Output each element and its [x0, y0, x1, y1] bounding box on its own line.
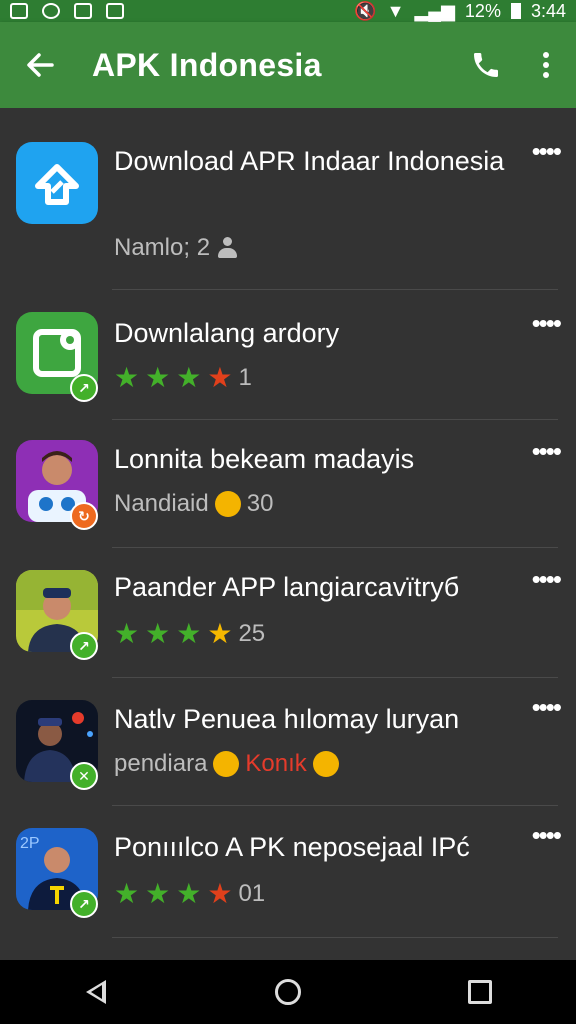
battery-icon	[510, 3, 521, 19]
list-item[interactable]: ✕ Natlv Penuea hılomay luryan pendiara K…	[0, 678, 576, 806]
app-list: Download APR Indaar Indonesia Namlo; 2 •…	[0, 108, 576, 960]
star-icon: ★	[114, 362, 140, 393]
money-emoji-icon	[312, 751, 339, 777]
music-icon	[74, 3, 92, 19]
circle-home-icon	[275, 979, 301, 1005]
smile-emoji-icon	[213, 751, 240, 777]
rating: ★ ★ ★ ★ 1	[114, 364, 252, 392]
clock: 3:44	[530, 0, 566, 21]
more-options-button[interactable]: ••••	[532, 436, 562, 467]
page-title: APK Indonesia	[92, 46, 322, 83]
star-icon: ★	[176, 362, 202, 393]
list-item[interactable]: ↻ Lonnita bekeam madayis Nandiaid 30 •••…	[0, 420, 576, 548]
install-badge: ↗	[70, 632, 98, 660]
app-title: Download APR Indaar Indonesia	[114, 146, 505, 176]
install-badge: ↗	[70, 890, 98, 918]
meta-text: Nandiaid	[114, 490, 209, 517]
star-icon: ★	[176, 618, 202, 649]
meta-count: 30	[246, 490, 274, 517]
list-item[interactable]: ↗ Downlalang ardory ★ ★ ★ ★ 1 ••••	[0, 290, 576, 420]
status-bar: 🔇 ▼ ▂▄▆ 12% 3:44	[0, 0, 576, 22]
app-icon	[16, 142, 98, 224]
meta-text: Namlo; 2	[114, 234, 211, 261]
status-badge: ↻	[70, 502, 98, 530]
image-icon	[106, 3, 124, 19]
star-icon: ★	[207, 878, 233, 909]
more-options-button[interactable]: ••••	[532, 564, 562, 595]
list-item[interactable]: 2P ↗ Ponııılco A PK neposejaal IPć ★ ★ ★…	[0, 806, 576, 938]
star-icon: ★	[114, 618, 140, 649]
app-meta: Nandiaid 30	[114, 490, 273, 518]
square-recents-icon	[468, 980, 492, 1004]
app-title: Paander APP langiarcavïtryб	[114, 572, 460, 602]
star-icon: ★	[145, 878, 171, 909]
app-meta: pendiara Konık	[114, 750, 339, 778]
app-title: Downlalang ardory	[114, 318, 340, 348]
triangle-back-icon	[86, 980, 106, 1004]
rating-value: 25	[238, 620, 266, 647]
laughing-emoji-icon	[214, 491, 241, 517]
nav-back-button[interactable]	[56, 960, 136, 1024]
more-options-button[interactable]: ••••	[532, 692, 562, 723]
system-nav-bar	[0, 960, 576, 1024]
more-options-button[interactable]: ••••	[532, 820, 562, 851]
svg-text:2P: 2P	[20, 835, 40, 852]
flash-icon	[10, 3, 28, 19]
list-item[interactable]: ↗ Paander APP langiarcavïtryб ★ ★ ★ ★ 25…	[0, 548, 576, 678]
more-options-button[interactable]: ••••	[532, 308, 562, 339]
sync-icon	[42, 3, 60, 19]
download-arrow-logo-icon	[35, 164, 79, 205]
star-icon: ★	[207, 362, 233, 393]
battery-percent: 12%	[464, 0, 501, 21]
rating-value: 01	[238, 880, 266, 907]
app-title: Lonnita bekeam madayis	[114, 444, 415, 474]
nav-home-button[interactable]	[248, 960, 328, 1024]
signal-icon: ▂▄▆	[414, 0, 455, 21]
divider	[112, 937, 558, 938]
more-options-button[interactable]: ••••	[532, 136, 562, 167]
rating: ★ ★ ★ ★ 25	[114, 620, 265, 648]
list-item[interactable]: Download APR Indaar Indonesia Namlo; 2 •…	[0, 108, 576, 290]
call-button[interactable]	[456, 22, 516, 108]
close-badge: ✕	[70, 762, 98, 790]
star-icon: ★	[207, 618, 233, 649]
rating-value: 1	[238, 364, 252, 391]
app-title: Natlv Penuea hılomay luryan	[114, 704, 460, 734]
rating: ★ ★ ★ ★ 01	[114, 880, 265, 908]
meta-text: pendiara	[114, 750, 208, 777]
phone-icon	[474, 53, 498, 77]
overflow-menu-icon	[543, 52, 549, 78]
install-badge: ↗	[70, 374, 98, 402]
back-button[interactable]	[0, 22, 80, 108]
star-icon: ★	[145, 618, 171, 649]
star-icon: ★	[114, 878, 140, 909]
arrow-left-icon	[27, 53, 54, 77]
mute-icon: 🔇	[354, 0, 377, 21]
nav-recents-button[interactable]	[440, 960, 520, 1024]
meta-red-text: Konık	[245, 750, 307, 777]
person-icon	[216, 237, 238, 259]
app-bar: APK Indonesia	[0, 22, 576, 108]
star-icon: ★	[145, 362, 171, 393]
star-icon: ★	[176, 878, 202, 909]
app-title: Ponııılco A PK neposejaal IPć	[114, 832, 470, 862]
app-meta: Namlo; 2	[114, 234, 238, 262]
overflow-menu-button[interactable]	[516, 22, 576, 108]
wifi-icon: ▼	[386, 0, 405, 21]
